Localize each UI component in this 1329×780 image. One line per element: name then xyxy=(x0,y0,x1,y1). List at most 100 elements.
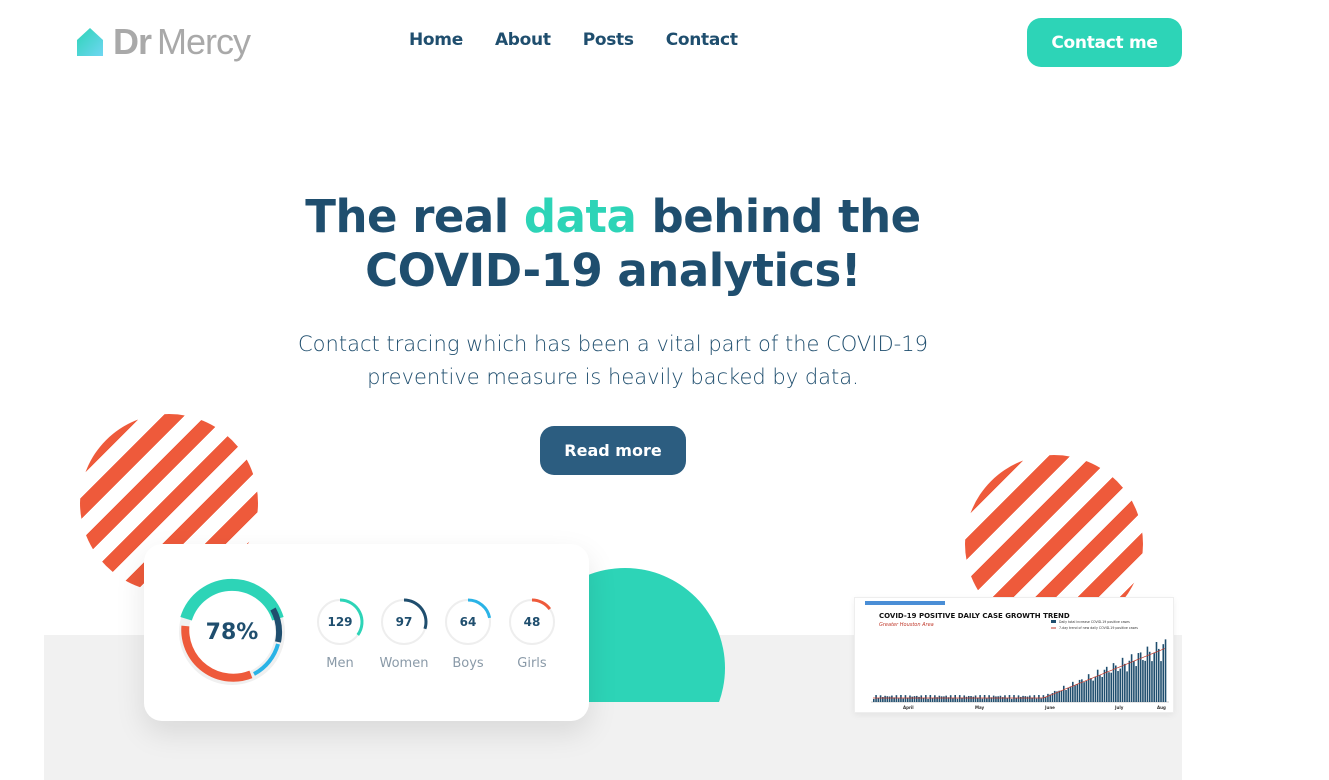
thumb-bar xyxy=(1114,665,1117,702)
thumb-bar xyxy=(915,695,918,702)
thumb-bar xyxy=(952,698,954,702)
thumb-bar xyxy=(1162,644,1165,702)
stat-women: 97 Women xyxy=(378,596,430,671)
thumb-bar xyxy=(986,698,988,702)
thumb-bar xyxy=(1157,648,1160,702)
thumb-bar xyxy=(970,696,972,702)
thumb-bar xyxy=(1092,680,1094,702)
thumb-bar xyxy=(879,695,882,702)
thumb-bar xyxy=(1153,653,1156,702)
thumb-bar xyxy=(940,696,943,702)
thumb-bar xyxy=(1015,697,1018,702)
thumb-bar xyxy=(1067,687,1070,702)
thumb-bar xyxy=(902,698,904,702)
thumb-bar xyxy=(1074,685,1076,702)
thumb-bar xyxy=(895,695,898,702)
thumb-bar xyxy=(1124,663,1126,702)
thumb-bar xyxy=(1085,681,1088,702)
thumb-bar xyxy=(1058,690,1061,702)
thumb-bar xyxy=(1013,695,1015,702)
thumb-bar xyxy=(891,695,893,702)
thumb-bar xyxy=(1017,695,1020,702)
thumb-bar xyxy=(1108,672,1110,702)
brand-name: Dr Mercy xyxy=(113,21,251,62)
thumb-bar xyxy=(1133,661,1135,702)
stat-label: Men xyxy=(326,656,354,671)
thumb-title: COVID-19 POSITIVE DAILY CASE GROWTH TREN… xyxy=(879,612,1070,620)
thumb-bar xyxy=(974,695,977,702)
thumb-bar xyxy=(875,695,877,702)
thumb-bar xyxy=(1103,669,1106,702)
thumb-month: April xyxy=(903,705,914,710)
thumb-bar xyxy=(943,696,945,702)
thumb-month: May xyxy=(975,705,985,710)
brand-logo[interactable]: Dr Mercy xyxy=(75,18,251,66)
thumb-bar xyxy=(1096,669,1099,702)
thumb-bar xyxy=(1010,698,1013,702)
stat-men: 129 Men xyxy=(314,596,366,671)
thumb-bar xyxy=(1119,668,1122,702)
chart-thumbnail-graphic: COVID-19 POSITIVE DAILY CASE GROWTH TREN… xyxy=(865,601,1169,710)
thumb-bar xyxy=(922,697,925,702)
stats-card: 78% 129 Men 97 Women 64 Boys 48 Girls xyxy=(144,544,589,721)
thumb-bar xyxy=(886,696,889,702)
thumb-bar xyxy=(1094,677,1097,702)
thumb-bar xyxy=(900,695,902,702)
hero-title: The real data behind the COVID-19 analyt… xyxy=(305,190,921,297)
nav-home[interactable]: Home xyxy=(409,30,463,50)
thumb-bar xyxy=(1024,696,1027,702)
thumb-bar xyxy=(1151,661,1153,702)
thumb-month: June xyxy=(1044,705,1055,710)
thumb-bar xyxy=(1146,646,1149,702)
thumb-bar xyxy=(1072,681,1074,702)
thumb-bar xyxy=(1121,657,1124,702)
stat-label: Women xyxy=(379,656,429,671)
thumb-bar xyxy=(1135,666,1137,702)
thumb-bar xyxy=(997,696,999,702)
thumb-bar xyxy=(1076,684,1079,702)
thumb-bar xyxy=(963,695,966,702)
thumb-bar xyxy=(877,697,880,702)
thumb-bar xyxy=(999,695,1002,702)
thumb-bar xyxy=(1164,639,1167,702)
stat-value: 129 xyxy=(327,615,353,629)
thumb-bar xyxy=(938,695,941,702)
thumb-bar xyxy=(1087,674,1090,702)
read-more-button[interactable]: Read more xyxy=(540,426,686,475)
nav-posts[interactable]: Posts xyxy=(583,30,634,50)
thumb-legend-2: 7-day trend of new daily COVID-19 positi… xyxy=(1059,626,1138,630)
nav-about[interactable]: About xyxy=(495,30,551,50)
thumb-bar xyxy=(1035,698,1038,702)
thumb-bar xyxy=(1065,690,1067,702)
thumb-bar xyxy=(1008,695,1011,702)
thumb-bar xyxy=(1047,693,1049,702)
thumb-bar xyxy=(956,698,959,702)
nav-contact[interactable]: Contact xyxy=(666,30,738,50)
hero-subtitle: Contact tracing which has been a vital p… xyxy=(298,332,928,389)
thumb-bar xyxy=(1126,671,1128,702)
thumb-bar xyxy=(988,695,990,702)
contact-me-button[interactable]: Contact me xyxy=(1027,18,1182,67)
thumb-bar xyxy=(1022,695,1024,702)
thumb-bar xyxy=(972,696,975,702)
thumb-bar xyxy=(1006,698,1009,702)
thumb-bar xyxy=(983,695,986,702)
main-nav: Home About Posts Contact xyxy=(409,30,770,50)
thumb-bar xyxy=(1053,690,1056,702)
stat-label: Girls xyxy=(517,656,547,671)
thumb-bar xyxy=(1083,682,1085,702)
thumb-bar xyxy=(920,695,923,702)
thumb-bar xyxy=(1110,672,1113,702)
thumb-bar xyxy=(1128,660,1131,702)
thumb-bar xyxy=(925,695,927,702)
thumb-bar xyxy=(954,695,956,702)
thumb-bar xyxy=(904,695,907,702)
thumb-bar xyxy=(1148,651,1151,702)
thumb-bar xyxy=(1026,696,1029,702)
thumb-bar xyxy=(1090,678,1092,702)
thumb-bar xyxy=(967,695,970,702)
thumb-bar xyxy=(873,699,875,702)
stat-value: 97 xyxy=(395,615,413,629)
thumb-bar xyxy=(1038,695,1040,702)
thumb-month: July xyxy=(1114,705,1124,710)
